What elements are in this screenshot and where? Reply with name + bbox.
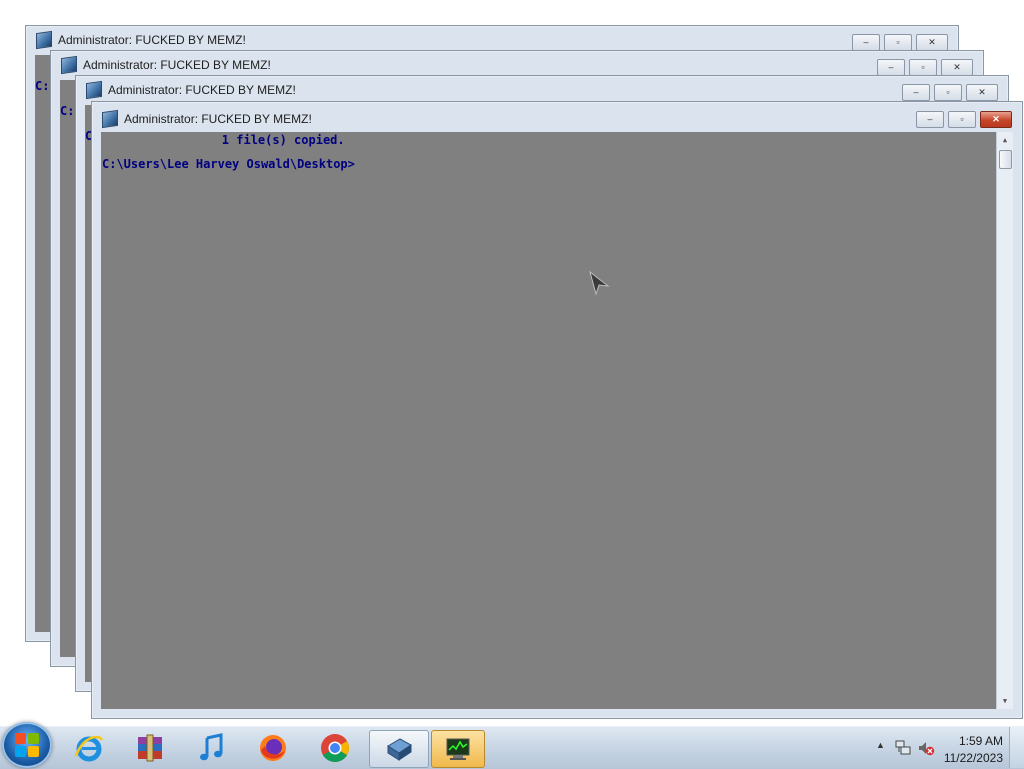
taskbar-task-manager[interactable] — [431, 730, 485, 768]
console-icon — [61, 55, 77, 75]
firefox-icon — [260, 735, 286, 761]
maximize-button[interactable]: ▫ — [909, 59, 937, 76]
close-button[interactable]: ✕ — [966, 84, 998, 101]
close-button[interactable]: ✕ — [980, 111, 1012, 128]
volume-muted-icon[interactable] — [917, 739, 935, 757]
network-icon[interactable] — [894, 739, 912, 757]
minimize-button[interactable]: ‒ — [852, 34, 880, 51]
maximize-button[interactable]: ▫ — [884, 34, 912, 51]
close-button[interactable]: ✕ — [916, 34, 948, 51]
taskbar-chrome[interactable] — [306, 730, 364, 766]
maximize-button[interactable]: ▫ — [948, 111, 976, 128]
minimize-button[interactable]: ‒ — [877, 59, 905, 76]
start-button[interactable] — [2, 722, 52, 768]
window-title: Administrator: FUCKED BY MEMZ! — [83, 58, 271, 72]
clock-time[interactable]: 1:59 AM — [959, 734, 1003, 748]
taskbar-internet-explorer[interactable] — [60, 730, 118, 766]
console-text: C: — [35, 79, 50, 93]
task-manager-icon — [446, 738, 470, 760]
vertical-scrollbar[interactable]: ▲ ▼ — [996, 132, 1013, 709]
system-tray: ▲ 1:59 AM 11/22/2023 — [864, 727, 1024, 768]
minimize-button[interactable]: ‒ — [902, 84, 930, 101]
window-title: Administrator: FUCKED BY MEMZ! — [58, 33, 246, 47]
scroll-up-arrow-icon[interactable]: ▲ — [997, 132, 1013, 148]
mouse-pointer-icon — [589, 270, 610, 296]
scroll-thumb[interactable] — [999, 150, 1012, 169]
title-bar[interactable]: Administrator: FUCKED BY MEMZ! ‒ ▫ ✕ — [92, 105, 1022, 133]
clock-date[interactable]: 11/22/2023 — [944, 751, 1003, 765]
show-desktop-button[interactable] — [1009, 727, 1024, 768]
console-icon — [102, 109, 118, 129]
console-prompt-line: C:\Users\Lee Harvey Oswald\Desktop> — [102, 157, 355, 171]
archive-icon — [138, 734, 162, 762]
windows-logo-icon — [15, 733, 39, 757]
window-title: Administrator: FUCKED BY MEMZ! — [124, 112, 312, 126]
console-window-active[interactable]: Administrator: FUCKED BY MEMZ! ‒ ▫ ✕ 1 f… — [91, 101, 1023, 719]
scroll-down-arrow-icon[interactable]: ▼ — [997, 693, 1013, 709]
taskbar-firefox[interactable] — [244, 730, 302, 766]
taskbar-itunes[interactable] — [182, 730, 240, 766]
console-area[interactable]: 1 file(s) copied. C:\Users\Lee Harvey Os… — [101, 132, 1013, 709]
minimize-button[interactable]: ‒ — [916, 111, 944, 128]
show-hidden-icons-caret-icon[interactable]: ▲ — [876, 740, 885, 750]
ie-icon — [74, 735, 104, 762]
title-bar[interactable]: Administrator: FUCKED BY MEMZ! ‒ ▫ ✕ — [76, 76, 1008, 104]
close-button[interactable]: ✕ — [941, 59, 973, 76]
window-title: Administrator: FUCKED BY MEMZ! — [108, 83, 296, 97]
console-text: C: — [60, 104, 75, 118]
console-icon — [36, 30, 52, 50]
console-output-line: 1 file(s) copied. — [164, 133, 345, 147]
music-note-icon — [200, 733, 223, 761]
maximize-button[interactable]: ▫ — [934, 84, 962, 101]
taskbar-winrar[interactable] — [121, 730, 179, 766]
chrome-icon — [321, 734, 349, 762]
taskbar-command-prompt[interactable] — [369, 730, 429, 768]
cmd-icon — [387, 738, 412, 761]
console-icon — [86, 80, 102, 100]
